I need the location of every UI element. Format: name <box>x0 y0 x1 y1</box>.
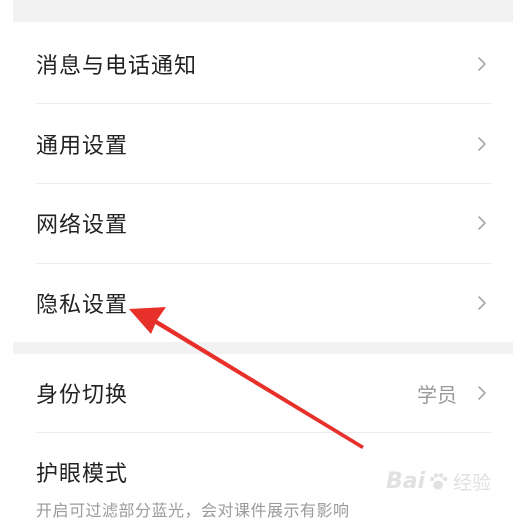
chevron-right-icon <box>478 137 486 151</box>
settings-item-general[interactable]: 通用设置 <box>36 104 491 184</box>
divider <box>36 432 491 433</box>
settings-item-notifications[interactable]: 消息与电话通知 <box>36 24 491 104</box>
chevron-right-icon <box>478 216 486 230</box>
baidu-watermark: Bai 经验 <box>386 468 491 495</box>
identity-value: 学员 <box>417 382 457 407</box>
settings-item-label: 通用设置 <box>36 134 129 159</box>
settings-item-identity-switch[interactable]: 身份切换 学员 <box>36 353 491 433</box>
settings-item-label: 身份切换 <box>36 383 129 408</box>
settings-item-privacy[interactable]: 隐私设置 <box>36 263 491 343</box>
chevron-right-icon <box>478 296 486 310</box>
settings-page: 消息与电话通知 通用设置 网络设置 隐私设置 身份切换 学员 护眼模式 开启可过… <box>0 0 516 524</box>
chevron-right-icon <box>478 386 486 400</box>
eye-mode-label[interactable]: 护眼模式 <box>36 456 128 488</box>
chevron-right-icon <box>478 57 486 71</box>
settings-item-label: 隐私设置 <box>36 293 129 318</box>
watermark-brand: Bai <box>386 469 426 494</box>
watermark-suffix: 经验 <box>453 472 492 494</box>
eye-mode-description: 开启可过滤部分蓝光，会对课件展示有影响 <box>36 501 350 520</box>
settings-item-network[interactable]: 网络设置 <box>36 183 491 263</box>
settings-item-label: 网络设置 <box>36 213 129 238</box>
settings-item-label: 消息与电话通知 <box>36 54 198 79</box>
paw-icon <box>429 472 448 489</box>
section-gap <box>13 0 513 22</box>
